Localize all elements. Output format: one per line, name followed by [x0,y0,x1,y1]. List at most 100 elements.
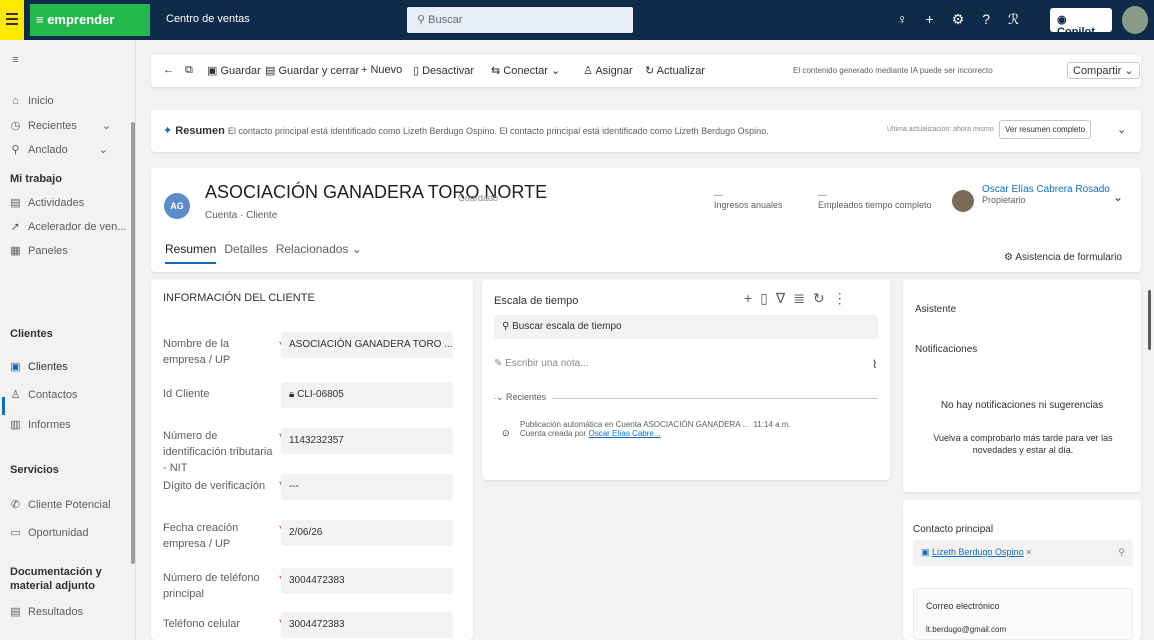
nit-field[interactable]: 1143232357 [281,428,453,454]
connect-button[interactable]: ⇆ Conectar ⌄ [491,64,560,77]
owner-name: Oscar Elías Cabrera Rosado [982,184,1110,195]
save-close-label: Guardar y cerrar [278,65,360,77]
attach-icon[interactable]: ⌇ [872,358,877,371]
full-summary-button[interactable]: Ver resumen completo [999,120,1092,139]
assistant-title: Asistente [915,304,957,315]
employees-value: --- [818,190,827,200]
share-label: Compartir [1073,65,1122,77]
feedback-icon[interactable]: ℛ [1008,11,1019,28]
field-label: Teléfono celular [163,618,241,630]
user-avatar[interactable] [1122,6,1148,34]
sidebar-item-label: Contactos [28,388,78,401]
field-label: Dígito de verificación [163,480,266,492]
form-assist-button[interactable]: ⚙ Asistencia de formulario [1004,252,1122,263]
record-avatar: AG [164,193,190,219]
sidebar-item-lead[interactable]: ✆ Cliente Potencial [10,498,111,512]
empty-subtitle: Vuelva a comprobarlo más tarde para ver … [933,433,1113,455]
field-label: Número de teléfono principal [163,572,260,600]
brand-name: emprender [47,12,115,27]
recent-label[interactable]: ⌄ Recientes [496,392,553,403]
sidebar-item-reports[interactable]: ▥ Informes [10,418,71,432]
chevron-down-icon[interactable]: ⌄ [1117,123,1126,136]
copilot-button[interactable]: ◉ Copilot [1050,8,1112,38]
entry-icon: ⊙ [502,428,510,438]
home-icon: ⌂ [12,95,19,107]
sidebar-item-clients[interactable]: ▣ Clientes [10,360,68,374]
client-info-card: INFORMACIÓN DEL CLIENTE Nombre de la emp… [151,280,473,640]
tab-summary[interactable]: Resumen [165,242,217,264]
email-value[interactable]: lt.berdugo@gmail.com [926,625,1006,634]
chevron-down-icon[interactable]: ⌄ [1113,190,1123,204]
record-header: AG ASOCIACIÓN GANADERA TORO NORTE Guarda… [151,168,1141,272]
sidebar-item-home[interactable]: ⌂ Inicio [10,95,54,107]
search-icon[interactable]: ⚲ [1118,547,1125,558]
app-launcher-icon[interactable] [0,0,24,40]
dashboard-icon: ▦ [10,245,21,257]
field-label: Id Cliente [163,388,210,400]
sidebar-item-contacts[interactable]: ♙ Contactos [10,388,78,402]
sidebar-item-label: Clientes [28,360,68,373]
sidebar-scrollbar[interactable] [131,122,135,564]
assign-button[interactable]: ♙ Asignar [583,64,633,77]
income-field: --- Ingresos anuales [714,190,783,210]
sidebar-item-accelerator[interactable]: ➚ Acelerador de ven... [10,220,127,234]
deactivate-button[interactable]: ▯ Desactivar [413,64,474,77]
sidebar-item-results[interactable]: ▤ Resultados [10,605,83,619]
company-name-field[interactable]: ASOCIACIÓN GANADERA TORO ... [281,332,453,358]
timeline-entry[interactable]: Publicación automática en Cuenta ASOCIAC… [520,420,791,438]
plus-icon[interactable]: + [926,11,934,28]
timeline-title: Escala de tiempo [494,295,579,307]
main-phone-field[interactable]: 3004472383✆ [281,568,453,594]
help-icon[interactable]: ? [982,11,990,28]
check-digit-field[interactable]: --- [281,474,453,500]
sparkle-icon: ✦ [163,125,173,137]
report-icon: ▥ [10,419,21,431]
save-close-button[interactable]: ▤ Guardar y cerrar [265,64,359,77]
new-button[interactable]: + Nuevo [361,64,402,76]
clock-icon: ◷ [10,120,21,132]
record-subtitle: Cuenta · Cliente [205,210,278,221]
owner-field[interactable]: Oscar Elías Cabrera Rosado Propietario [982,184,1110,205]
search-input[interactable]: ⚲ Buscar [407,7,633,33]
assistant-card: Asistente Notificaciones No hay notifica… [903,280,1141,492]
creation-date-field[interactable]: 2/06/26▦ [281,520,453,546]
mobile-phone-field[interactable]: 3004472383✆ [281,612,453,638]
entry-link[interactable]: Oscar Elías Cabre... [589,429,661,438]
menu-toggle-icon[interactable]: ≡ [10,54,21,66]
sidebar-item-opportunity[interactable]: ▭ Oportunidad [10,526,88,540]
page-scrollbar[interactable] [1148,290,1151,350]
timeline-search-input[interactable]: ⚲ Buscar escala de tiempo [494,315,878,339]
note-placeholder: Escribir una nota... [505,358,589,369]
sidebar-item-activities[interactable]: ▤ Actividades [10,196,85,210]
popout-icon[interactable]: ⧉ [185,64,193,77]
sidebar-item-recent[interactable]: ◷ Recientes ⌄ [10,119,111,133]
contact-card: Contacto principal ▣ Lizeth Berdugo Ospi… [903,500,1141,640]
contact-label: Contacto principal [913,524,994,535]
section-clients: Clientes [10,328,53,340]
refresh-button[interactable]: ↻ Actualizar [645,64,705,77]
summary-label: Resumen [175,125,225,137]
share-button[interactable]: Compartir ⌄ [1067,62,1140,79]
contact-value[interactable]: Lizeth Berdugo Ospino [932,547,1024,557]
timeline-toolbar-icons[interactable]: +▯∇≣↻⋮ [744,290,855,307]
sidebar: ≡ ⌂ Inicio ◷ Recientes ⌄ ⚲ Anclado ⌄ Mi traba… [0,40,136,640]
save-button[interactable]: ▣ Guardar [207,64,261,77]
tab-related[interactable]: Relacionados ⌄ [276,242,362,264]
sidebar-item-dashboards[interactable]: ▦ Paneles [10,244,67,258]
tab-details[interactable]: Detalles [224,242,267,264]
gear-icon[interactable]: ⚙ [952,11,965,28]
notifications-title: Notificaciones [915,344,978,355]
sidebar-item-label: Informes [28,418,71,431]
selected-indicator [2,397,5,415]
lightbulb-icon[interactable]: ♀ [897,11,908,28]
client-id-field[interactable]: 🔒︎ CLI-06805 [281,382,453,408]
primary-contact-field[interactable]: ▣ Lizeth Berdugo Ospino × ⚲ [913,540,1133,566]
sidebar-item-label: Actividades [28,196,85,209]
person-icon: ♙ [10,389,21,401]
sidebar-item-label: Cliente Potencial [28,498,111,511]
back-icon[interactable]: ← [163,64,174,76]
sidebar-item-pinned[interactable]: ⚲ Anclado ⌄ [10,143,108,157]
note-input[interactable]: ✎ Escribir una nota... [494,358,589,369]
owner-avatar [952,190,974,212]
app-title[interactable]: Centro de ventas [166,13,250,25]
